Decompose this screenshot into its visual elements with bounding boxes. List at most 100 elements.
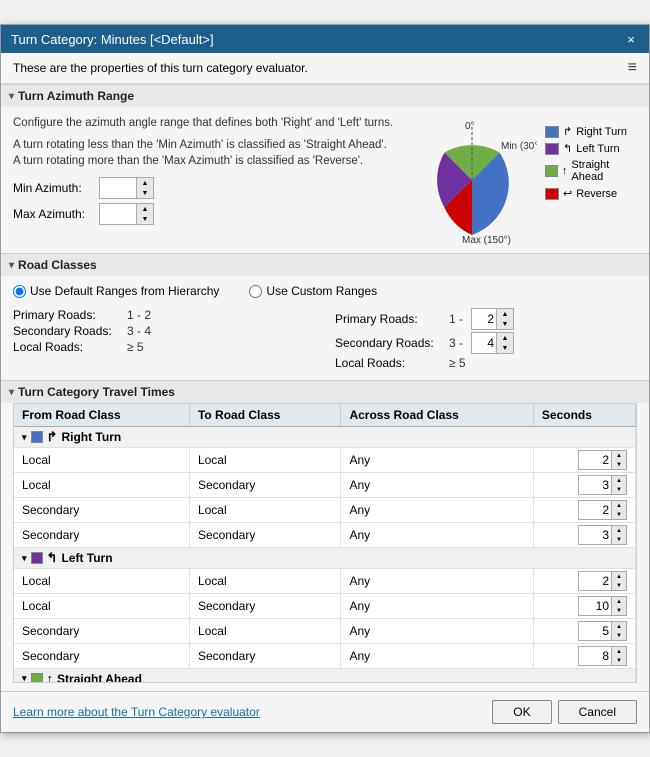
sec-spin-container[interactable]: ▲ ▼ <box>578 571 627 591</box>
seconds-spinbox[interactable]: ▲ ▼ <box>542 646 627 666</box>
group-header-2[interactable]: ▾ ↑ Straight Ahead <box>14 669 636 684</box>
group-header-0[interactable]: ▾ ↱ Right Turn <box>14 427 636 448</box>
svg-text:0°: 0° <box>465 121 475 132</box>
seconds-spinbox[interactable]: ▲ ▼ <box>542 621 627 641</box>
sec-spin-container[interactable]: ▲ ▼ <box>578 500 627 520</box>
seconds-spinbox[interactable]: ▲ ▼ <box>542 450 627 470</box>
ok-button[interactable]: OK <box>492 700 551 724</box>
max-azimuth-label: Max Azimuth: <box>13 207 93 221</box>
cell-from-road-class: Secondary <box>14 498 189 523</box>
travel-times-section-header[interactable]: ▾ Turn Category Travel Times <box>1 380 649 403</box>
min-azimuth-down-button[interactable]: ▼ <box>137 188 153 198</box>
secondary-roads-down[interactable]: ▼ <box>497 343 513 353</box>
sec-spin-input[interactable] <box>579 452 611 468</box>
radio-custom-ranges-input[interactable] <box>249 285 262 298</box>
group-icon-1: ↰ <box>47 550 58 566</box>
sec-down-button[interactable]: ▼ <box>612 485 626 494</box>
cell-seconds: ▲ ▼ <box>533 594 635 619</box>
close-button[interactable]: × <box>623 31 639 47</box>
sec-spin-container[interactable]: ▲ ▼ <box>578 525 627 545</box>
sec-down-button[interactable]: ▼ <box>612 535 626 544</box>
sec-spin-input[interactable] <box>579 598 611 614</box>
primary-roads-up[interactable]: ▲ <box>497 309 513 319</box>
ranges-grid: Primary Roads: 1 - 2 Secondary Roads: 3 … <box>13 308 637 372</box>
primary-roads-spin-input[interactable] <box>472 311 496 327</box>
sec-up-button[interactable]: ▲ <box>612 451 626 460</box>
sec-spin-container[interactable]: ▲ ▼ <box>578 621 627 641</box>
primary-roads-spinbox[interactable]: ▲ ▼ <box>471 308 514 330</box>
azimuth-section-header[interactable]: ▾ Turn Azimuth Range <box>1 84 649 107</box>
min-azimuth-up-button[interactable]: ▲ <box>137 178 153 188</box>
cell-to-road-class: Secondary <box>189 594 340 619</box>
cell-from-road-class: Local <box>14 569 189 594</box>
legend-icon-straight-ahead: ↑ <box>562 165 568 177</box>
sec-up-button[interactable]: ▲ <box>612 597 626 606</box>
azimuth-inputs: Min Azimuth: 30 ▲ ▼ Max <box>13 177 395 225</box>
sec-down-button[interactable]: ▼ <box>612 581 626 590</box>
radio-row: Use Default Ranges from Hierarchy Use Cu… <box>13 284 637 298</box>
sec-up-button[interactable]: ▲ <box>612 572 626 581</box>
help-link[interactable]: Learn more about the Turn Category evalu… <box>13 705 260 719</box>
sec-spin-input[interactable] <box>579 502 611 518</box>
sec-spin-container[interactable]: ▲ ▼ <box>578 475 627 495</box>
group-header-1[interactable]: ▾ ↰ Left Turn <box>14 548 636 569</box>
sec-spin-input[interactable] <box>579 527 611 543</box>
sec-spin-input[interactable] <box>579 573 611 589</box>
min-azimuth-input[interactable]: 30 <box>100 180 136 196</box>
sec-up-button[interactable]: ▲ <box>612 501 626 510</box>
sec-up-button[interactable]: ▲ <box>612 526 626 535</box>
cancel-button[interactable]: Cancel <box>558 700 637 724</box>
road-classes-section-header[interactable]: ▾ Road Classes <box>1 253 649 276</box>
sec-spin-input[interactable] <box>579 648 611 664</box>
radio-custom-ranges-label[interactable]: Use Custom Ranges <box>249 284 377 298</box>
menu-icon[interactable]: ≡ <box>628 59 637 77</box>
seconds-spinbox[interactable]: ▲ ▼ <box>542 596 627 616</box>
sec-spin-container[interactable]: ▲ ▼ <box>578 450 627 470</box>
sec-spin-container[interactable]: ▲ ▼ <box>578 646 627 666</box>
secondary-roads-up[interactable]: ▲ <box>497 333 513 343</box>
max-azimuth-input[interactable]: 150 <box>100 206 136 222</box>
group-arrow-1: ▾ <box>22 553 27 564</box>
table-row: LocalLocalAny ▲ ▼ <box>14 569 636 594</box>
title-bar: Turn Category: Minutes [<Default>] × <box>1 25 649 53</box>
max-azimuth-spinbox[interactable]: 150 ▲ ▼ <box>99 203 154 225</box>
travel-table-wrapper[interactable]: From Road Class To Road Class Across Roa… <box>13 403 637 683</box>
radio-default-ranges-input[interactable] <box>13 285 26 298</box>
sec-down-button[interactable]: ▼ <box>612 510 626 519</box>
sec-down-button[interactable]: ▼ <box>612 656 626 665</box>
seconds-spinbox[interactable]: ▲ ▼ <box>542 525 627 545</box>
cell-seconds: ▲ ▼ <box>533 523 635 548</box>
seconds-spinbox[interactable]: ▲ ▼ <box>542 475 627 495</box>
sec-down-button[interactable]: ▼ <box>612 631 626 640</box>
col-to-road-class: To Road Class <box>189 404 340 427</box>
sec-spin-container[interactable]: ▲ ▼ <box>578 596 627 616</box>
max-azimuth-up-button[interactable]: ▲ <box>137 204 153 214</box>
max-azimuth-down-button[interactable]: ▼ <box>137 214 153 224</box>
seconds-spinbox[interactable]: ▲ ▼ <box>542 571 627 591</box>
seconds-spinbox[interactable]: ▲ ▼ <box>542 500 627 520</box>
cell-across-road-class: Any <box>341 523 533 548</box>
secondary-roads-spinbox[interactable]: ▲ ▼ <box>471 332 514 354</box>
radio-default-ranges-label[interactable]: Use Default Ranges from Hierarchy <box>13 284 219 298</box>
sec-up-button[interactable]: ▲ <box>612 647 626 656</box>
sec-spin-buttons: ▲ ▼ <box>611 451 626 469</box>
sec-up-button[interactable]: ▲ <box>612 476 626 485</box>
primary-roads-down[interactable]: ▼ <box>497 319 513 329</box>
default-ranges-col: Primary Roads: 1 - 2 Secondary Roads: 3 … <box>13 308 315 372</box>
legend-label-left-turn: Left Turn <box>576 143 619 155</box>
cell-to-road-class: Local <box>189 448 340 473</box>
min-azimuth-spinbox[interactable]: 30 ▲ ▼ <box>99 177 154 199</box>
road-classes-section: ▾ Road Classes Use Default Ranges from H… <box>1 253 649 380</box>
sec-down-button[interactable]: ▼ <box>612 460 626 469</box>
azimuth-left-panel: Configure the azimuth angle range that d… <box>13 115 395 245</box>
sec-down-button[interactable]: ▼ <box>612 606 626 615</box>
legend-item-straight-ahead: ↑ Straight Ahead <box>545 159 637 183</box>
primary-roads-custom-row: Primary Roads: 1 - ▲ ▼ <box>335 308 637 330</box>
secondary-roads-spin-input[interactable] <box>472 335 496 351</box>
sec-up-button[interactable]: ▲ <box>612 622 626 631</box>
sec-spin-input[interactable] <box>579 623 611 639</box>
group-color-0 <box>31 431 43 443</box>
primary-roads-spin-buttons: ▲ ▼ <box>496 309 513 329</box>
cell-across-road-class: Any <box>341 448 533 473</box>
sec-spin-input[interactable] <box>579 477 611 493</box>
